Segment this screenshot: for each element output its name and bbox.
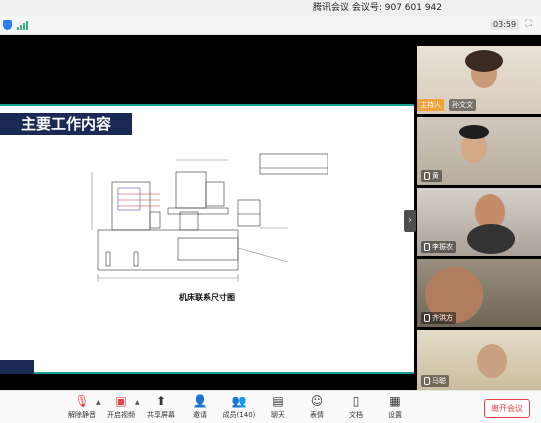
machine-drawing <box>91 153 328 282</box>
members-button[interactable]: 👥 成员(140) <box>219 394 259 422</box>
video-tile[interactable]: 主持人 孙文文 <box>417 46 541 114</box>
slide-footer-block <box>0 360 34 374</box>
fullscreen-icon[interactable]: ⛶ <box>523 19 534 30</box>
shield-icon[interactable] <box>3 20 12 30</box>
slide-footer-line <box>34 372 414 374</box>
audio-options-caret[interactable]: ▲ <box>96 399 101 406</box>
slide-title: 主要工作内容 <box>0 113 132 135</box>
docs-label: 文档 <box>349 411 363 419</box>
invite-label: 邀请 <box>193 411 207 419</box>
document-icon: ▯ <box>352 394 360 408</box>
start-video-label: 开启视频 <box>107 411 135 419</box>
participant-name: 李振农 <box>432 243 453 251</box>
grid-settings-icon: ▦ <box>389 394 401 408</box>
participant-name: 孙文文 <box>449 99 476 111</box>
video-tile[interactable]: 黄 <box>417 117 541 185</box>
participant-name-tag: 黄 <box>421 170 442 182</box>
leave-meeting-button[interactable]: 离开会议 <box>484 399 530 418</box>
mic-icon <box>424 314 430 322</box>
participant-name: 马聪 <box>432 377 446 385</box>
shared-screen-stage: 主要工作内容 机床联系尺寸图 <box>0 35 416 390</box>
host-badge: 主持人 <box>417 99 444 111</box>
add-user-icon: 👤 <box>192 394 208 408</box>
settings-label: 设置 <box>388 411 402 419</box>
video-panel: 主持人 孙文文 黄 李振农 齐洪方 马聪 <box>417 46 541 390</box>
info-bar: 03:59 ⛶ <box>0 16 541 35</box>
invite-button[interactable]: 👤 邀请 <box>180 394 220 422</box>
meeting-timer: 03:59 <box>490 19 520 30</box>
participant-name-tag: 齐洪方 <box>421 312 456 324</box>
participant-body <box>467 224 515 254</box>
mic-icon <box>424 243 430 251</box>
share-screen-label: 共享屏幕 <box>147 411 175 419</box>
docs-button[interactable]: ▯ 文档 <box>336 394 376 422</box>
slide-caption: 机床联系尺寸图 <box>179 293 235 302</box>
participant-name-tag: 李振农 <box>421 241 456 253</box>
share-screen-button[interactable]: ⬆ 共享屏幕 <box>141 394 181 422</box>
presentation-slide: 主要工作内容 机床联系尺寸图 <box>0 104 414 374</box>
meeting-toolbar: 🎙 解除静音 ▲ ▣ 开启视频 ▲ ⬆ 共享屏幕 👤 邀请 👥 成员(140) … <box>0 390 541 423</box>
members-icon: 👥 <box>231 394 247 408</box>
chat-button[interactable]: ▤ 聊天 <box>258 394 298 422</box>
emoji-icon: ☺ <box>310 394 324 408</box>
chat-icon: ▤ <box>272 394 284 408</box>
participant-face <box>477 344 507 378</box>
slide-accent-line <box>0 104 414 106</box>
participant-name: 黄 <box>432 172 439 180</box>
video-tile[interactable]: 齐洪方 <box>417 259 541 327</box>
unmute-label: 解除静音 <box>68 411 96 419</box>
participant-name: 齐洪方 <box>432 314 453 322</box>
members-label: 成员(140) <box>222 411 256 419</box>
participant-name-tag: 马聪 <box>421 375 449 387</box>
video-tile[interactable]: 马聪 <box>417 330 541 390</box>
mic-icon <box>424 377 430 385</box>
chat-label: 聊天 <box>271 411 285 419</box>
settings-button[interactable]: ▦ 设置 <box>375 394 415 422</box>
video-options-caret[interactable]: ▲ <box>135 399 140 406</box>
collapse-video-arrow[interactable]: › <box>404 210 416 232</box>
reactions-label: 表情 <box>310 411 324 419</box>
participant-hair <box>459 125 489 139</box>
signal-icon[interactable] <box>17 21 29 30</box>
meeting-title: 腾讯会议 会议号: 907 601 942 <box>313 3 443 13</box>
title-bar: 腾讯会议 会议号: 907 601 942 <box>0 0 541 16</box>
participant-hair <box>465 50 503 72</box>
reactions-button[interactable]: ☺ 表情 <box>297 394 337 422</box>
share-screen-icon: ⬆ <box>155 394 167 408</box>
mic-icon <box>424 172 430 180</box>
video-tile[interactable]: 李振农 <box>417 188 541 256</box>
